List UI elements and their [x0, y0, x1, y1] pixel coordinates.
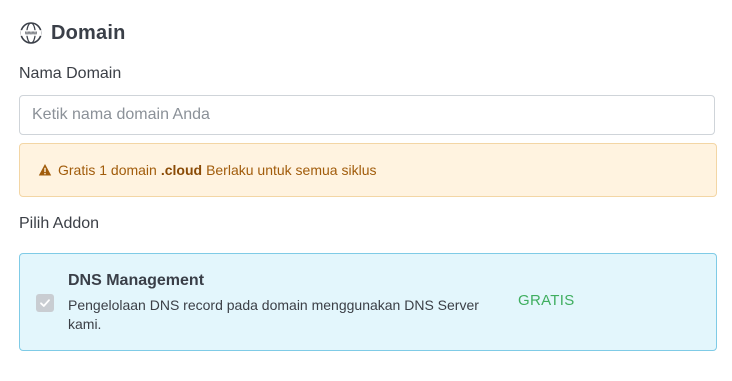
www-globe-icon: www: [19, 21, 43, 45]
svg-text:www: www: [24, 31, 38, 37]
notice-highlight: .cloud: [160, 162, 203, 178]
section-header: www Domain: [19, 20, 126, 46]
free-domain-notice: Gratis 1 domain .cloud Berlaku untuk sem…: [19, 143, 717, 197]
notice-prefix: Gratis 1 domain: [58, 162, 157, 178]
domain-name-label: Nama Domain: [19, 65, 122, 82]
notice-suffix: Berlaku untuk semua siklus: [206, 162, 377, 178]
addon-name: DNS Management: [68, 272, 205, 289]
addon-item-dns-management[interactable]: DNS Management Pengelolaan DNS record pa…: [19, 253, 717, 351]
check-icon: [40, 299, 50, 307]
warning-icon: [38, 163, 52, 177]
section-title: Domain: [51, 21, 126, 44]
addon-checkbox[interactable]: [36, 294, 54, 312]
addon-label: Pilih Addon: [19, 215, 100, 232]
domain-name-input[interactable]: [19, 95, 715, 135]
addon-description: Pengelolaan DNS record pada domain mengg…: [68, 297, 479, 332]
addon-price: GRATIS: [518, 292, 575, 309]
